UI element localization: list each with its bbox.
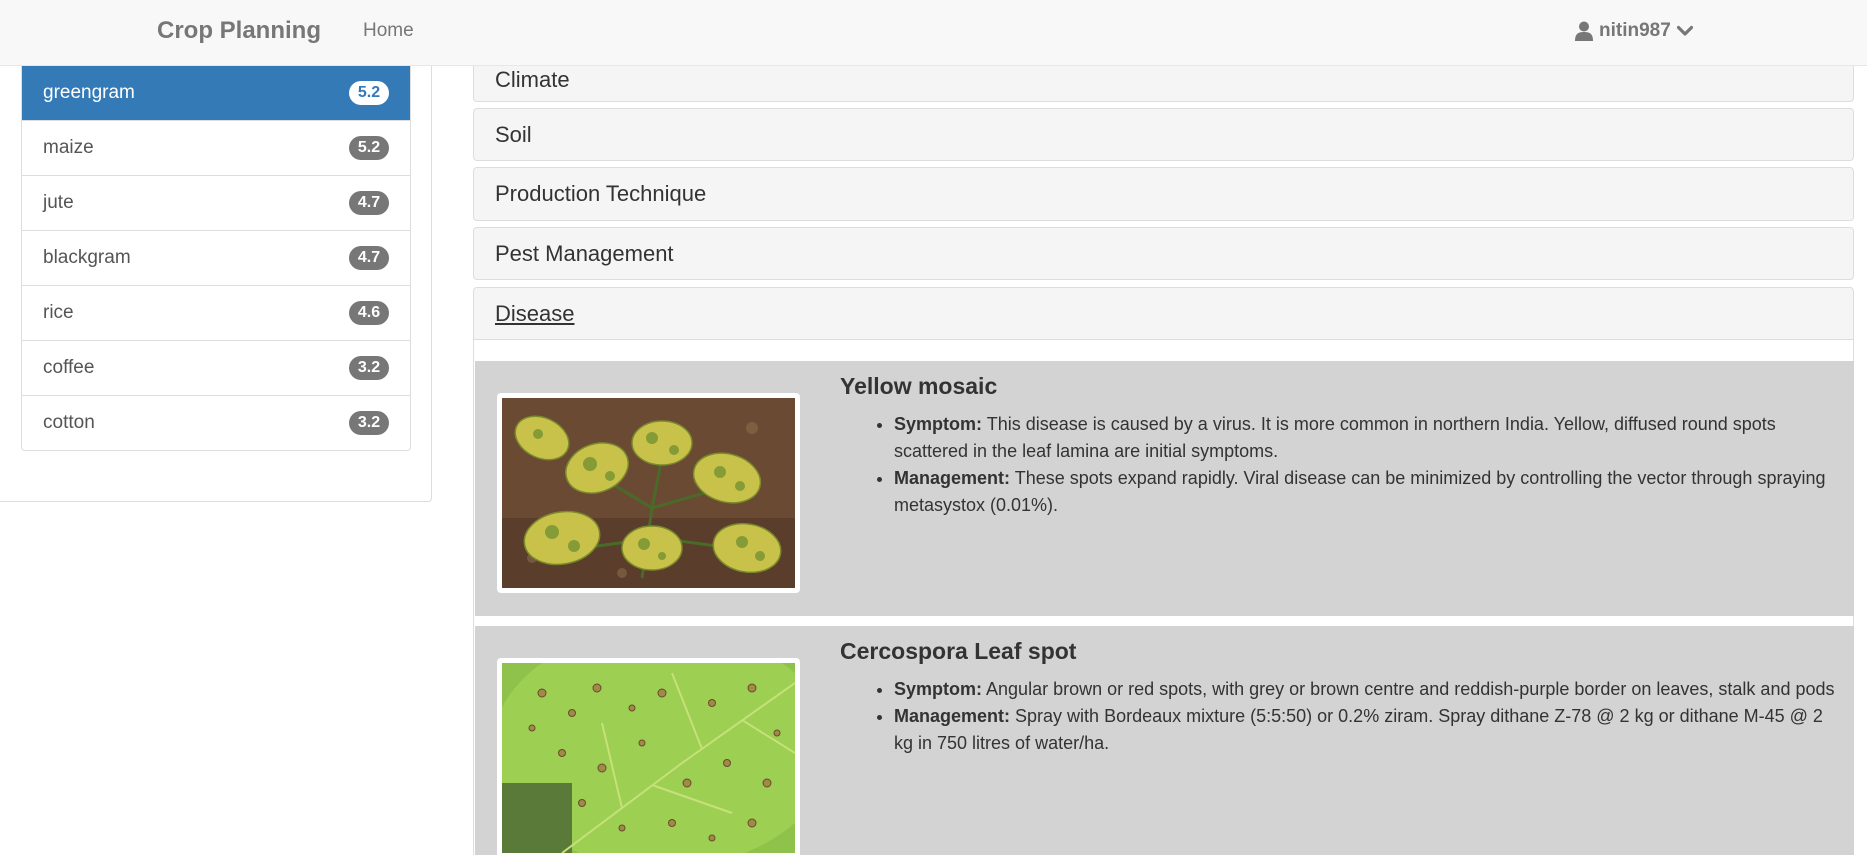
symptom-label: Symptom: <box>894 679 983 699</box>
navbar: Crop Planning Home nitin987 <box>0 0 1867 66</box>
management-label: Management: <box>894 706 1011 726</box>
nav-home-link[interactable]: Home <box>363 19 414 43</box>
accordion-disease[interactable]: Disease <box>473 287 1854 340</box>
crop-score-badge: 3.2 <box>349 356 389 380</box>
crop-name: jute <box>43 192 74 213</box>
symptom-text: This disease is caused by a virus. It is… <box>894 414 1776 461</box>
crop-name: blackgram <box>43 247 131 268</box>
disease-details: Symptom: This disease is caused by a vir… <box>840 411 1835 519</box>
accordion-production-technique[interactable]: Production Technique <box>473 167 1854 221</box>
crop-score-badge: 5.2 <box>349 136 389 160</box>
user-icon <box>1575 21 1593 41</box>
symptom-text: Angular brown or red spots, with grey or… <box>986 679 1835 699</box>
disease-panel-body: Yellow mosaic Symptom: This disease is c… <box>473 340 1854 855</box>
crop-name: greengram <box>43 82 135 103</box>
crop-score-badge: 3.2 <box>349 411 389 435</box>
accordion-title: Production Technique <box>495 181 707 206</box>
chevron-down-icon <box>1676 25 1693 37</box>
crop-score-badge: 4.6 <box>349 301 389 325</box>
crop-item-cotton[interactable]: cotton 3.2 <box>22 395 410 450</box>
accordion-pest-management[interactable]: Pest Management <box>473 227 1854 280</box>
disease-image-cercospora <box>497 658 800 855</box>
disease-title: Yellow mosaic <box>840 373 998 399</box>
crop-item-maize[interactable]: maize 5.2 <box>22 120 410 175</box>
accordion-title: Soil <box>495 121 532 147</box>
disease-title: Cercospora Leaf spot <box>840 638 1077 664</box>
management-label: Management: <box>894 468 1011 488</box>
brand-title[interactable]: Crop Planning <box>157 16 321 46</box>
crop-name: cotton <box>43 412 95 433</box>
accordion-title: Climate <box>495 67 570 92</box>
management-item: Management: These spots expand rapidly. … <box>894 465 1835 519</box>
management-item: Management: Spray with Bordeaux mixture … <box>894 703 1835 757</box>
username-label: nitin987 <box>1599 20 1671 41</box>
crop-score-badge: 4.7 <box>349 246 389 270</box>
symptom-item: Symptom: Angular brown or red spots, wit… <box>894 676 1835 703</box>
disease-card: Yellow mosaic Symptom: This disease is c… <box>475 361 1854 616</box>
crop-score-badge: 4.7 <box>349 191 389 215</box>
disease-details: Symptom: Angular brown or red spots, wit… <box>840 676 1835 757</box>
user-menu[interactable]: nitin987 <box>1575 18 1693 44</box>
crop-score-badge: 5.2 <box>349 81 389 105</box>
crop-item-blackgram[interactable]: blackgram 4.7 <box>22 230 410 285</box>
crop-item-coffee[interactable]: coffee 3.2 <box>22 340 410 395</box>
accordion-title: Disease <box>495 300 575 326</box>
management-text: Spray with Bordeaux mixture (5:5:50) or … <box>894 706 1823 753</box>
crop-name: rice <box>43 302 74 323</box>
crop-item-greengram[interactable]: greengram 5.2 <box>22 66 410 120</box>
main-content: Climate Soil Production Technique Pest M… <box>473 66 1854 855</box>
disease-card: Cercospora Leaf spot Symptom: Angular br… <box>475 626 1854 855</box>
symptom-item: Symptom: This disease is caused by a vir… <box>894 411 1835 465</box>
symptom-label: Symptom: <box>894 414 983 434</box>
disease-image-yellow-mosaic <box>497 393 800 593</box>
management-text: These spots expand rapidly. Viral diseas… <box>894 468 1826 515</box>
crop-item-rice[interactable]: rice 4.6 <box>22 285 410 340</box>
accordion-soil[interactable]: Soil <box>473 108 1854 161</box>
crop-name: maize <box>43 137 94 158</box>
accordion-title: Pest Management <box>495 240 674 266</box>
accordion-climate[interactable]: Climate <box>473 66 1854 102</box>
crop-list: greengram 5.2 maize 5.2 jute 4.7 blackgr… <box>21 66 411 451</box>
crop-item-jute[interactable]: jute 4.7 <box>22 175 410 230</box>
crop-name: coffee <box>43 357 95 378</box>
